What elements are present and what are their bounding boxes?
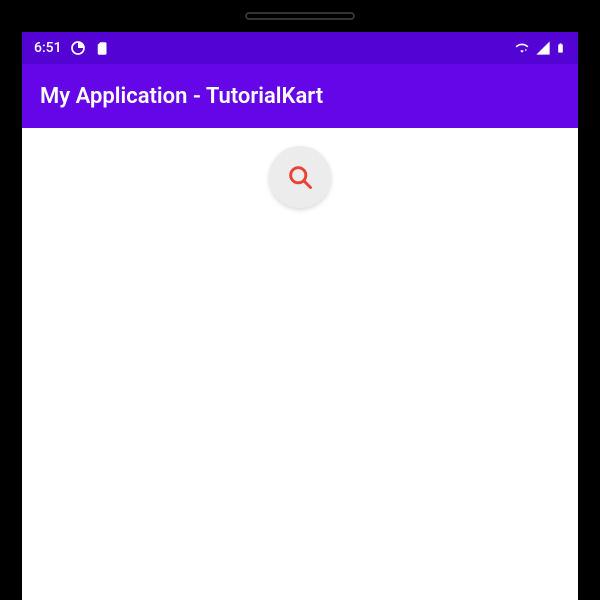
device-speaker — [245, 12, 355, 20]
status-left: 6:51 — [34, 40, 109, 56]
content-area — [22, 128, 578, 600]
battery-icon — [555, 40, 566, 56]
svg-text:x: x — [525, 48, 527, 52]
status-bar: 6:51 x — [22, 32, 578, 64]
signal-icon — [535, 40, 551, 56]
device-frame: 6:51 x My Applicat — [0, 0, 600, 600]
screen: 6:51 x My Applicat — [22, 32, 578, 600]
search-fab[interactable] — [269, 146, 331, 208]
status-time: 6:51 — [34, 40, 62, 56]
sd-card-icon — [94, 41, 109, 56]
status-right: x — [513, 40, 566, 56]
wifi-disabled-icon: x — [513, 41, 531, 55]
data-saver-icon — [70, 40, 86, 56]
app-bar: My Application - TutorialKart — [22, 64, 578, 128]
app-title: My Application - TutorialKart — [40, 84, 323, 109]
search-icon — [286, 163, 314, 191]
